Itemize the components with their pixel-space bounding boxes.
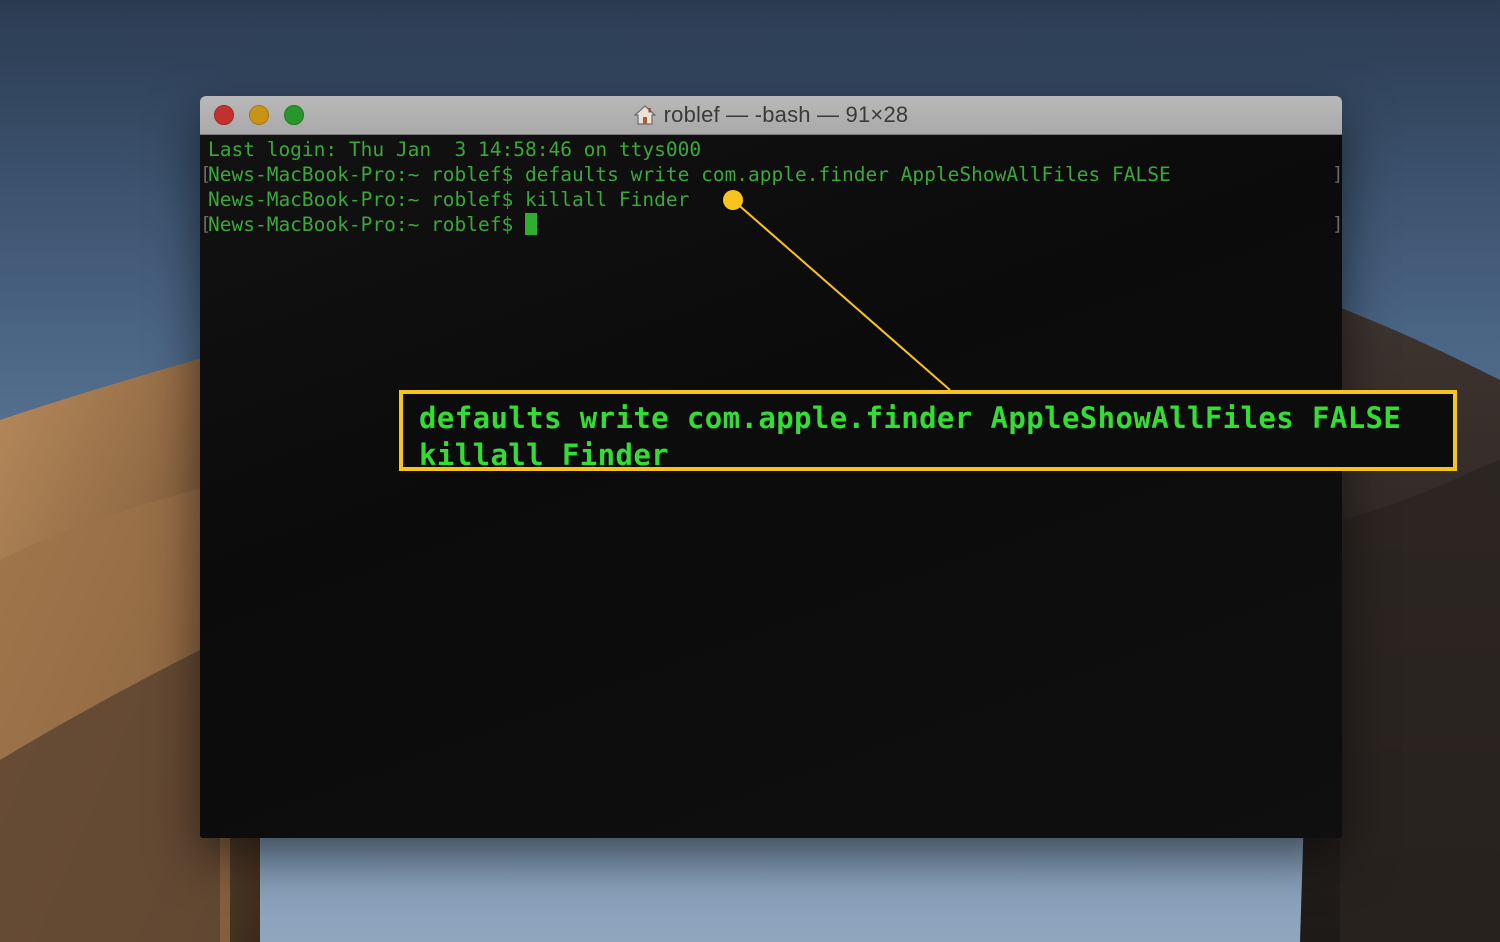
terminal-line-killall-command: News-MacBook-Pro:~ roblef$ killall Finde…	[208, 188, 690, 211]
terminal-line-last-login: Last login: Thu Jan 3 14:58:46 on ttys00…	[208, 138, 702, 161]
text-cursor	[524, 213, 537, 235]
home-icon	[633, 105, 656, 125]
window-title: roblef — -bash — 91×28	[663, 102, 909, 127]
mark-bracket-left: [	[200, 213, 212, 235]
mark-bracket-right: ]	[1332, 212, 1342, 237]
terminal-prompt: News-MacBook-Pro:~ roblef$	[208, 213, 525, 236]
terminal-content[interactable]: Last login: Thu Jan 3 14:58:46 on ttys00…	[200, 135, 1342, 838]
callout-box: defaults write com.apple.finder AppleSho…	[399, 390, 1457, 472]
terminal-prompt-line[interactable]: News-MacBook-Pro:~ roblef$	[208, 212, 537, 237]
title-group: roblef — -bash — 91×28	[200, 96, 1342, 134]
callout-command-defaults: defaults write com.apple.finder AppleSho…	[419, 401, 1402, 435]
callout-command-killall: killall Finder	[419, 438, 670, 472]
mark-bracket-right: ]	[1332, 162, 1342, 187]
terminal-line-defaults-command: News-MacBook-Pro:~ roblef$ defaults writ…	[208, 163, 1171, 186]
mark-bracket-left: [	[200, 163, 212, 185]
title-bar[interactable]: roblef — -bash — 91×28	[200, 96, 1342, 135]
